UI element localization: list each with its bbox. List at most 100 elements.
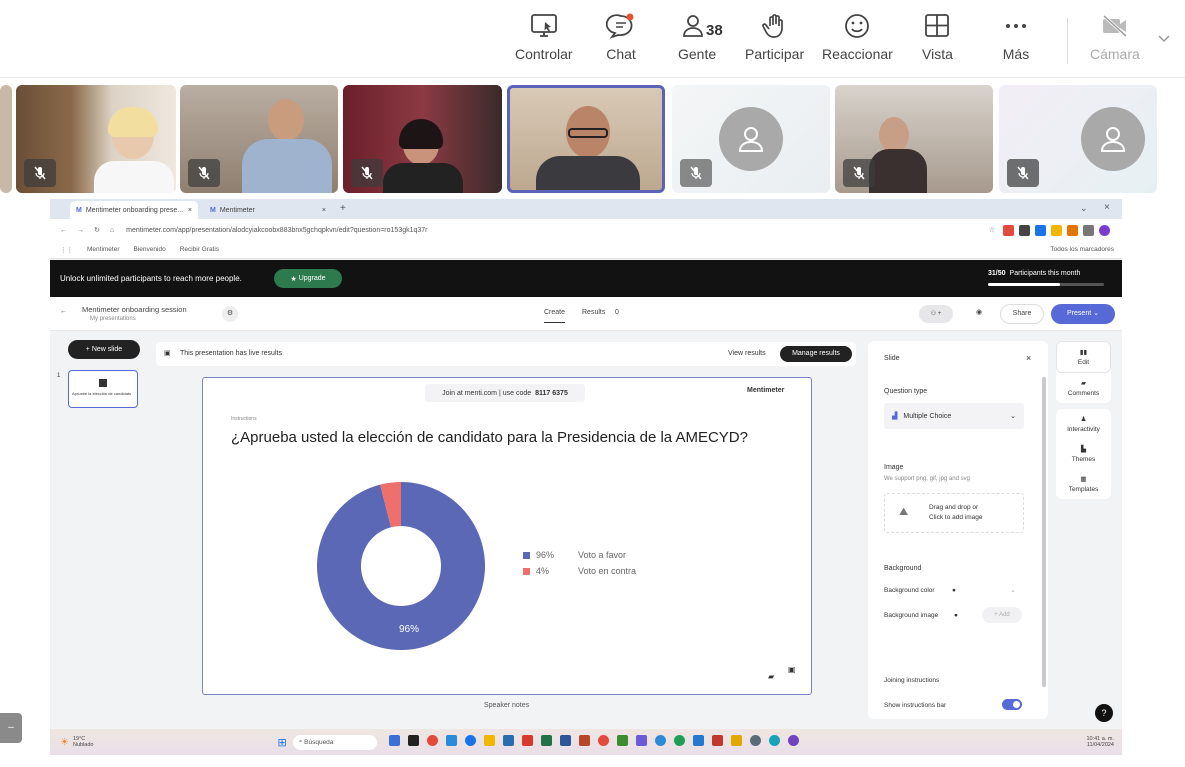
rail-comments[interactable]: ▰ Comments [1056, 373, 1111, 403]
back-arrow-icon[interactable]: ← [60, 308, 67, 315]
back-icon[interactable]: ← [60, 227, 67, 234]
slide-thumbnail[interactable]: Apruebe la elección de candidato [68, 370, 138, 408]
rail-templates[interactable]: ▦ Templates [1056, 469, 1111, 499]
join-text: Join at menti.com | use code [442, 389, 532, 397]
close-icon[interactable]: × [1026, 353, 1031, 363]
participants-progress [988, 283, 1104, 286]
meeting-toolbar: Controlar Chat 38 Gente Participar Reacc… [0, 0, 1185, 78]
participant-tile-active-speaker[interactable] [507, 85, 665, 193]
close-window-icon[interactable]: × [1104, 202, 1110, 213]
speaker-notes[interactable]: Speaker notes [484, 702, 529, 709]
participant-tile-partial[interactable] [0, 85, 12, 193]
add-image-button[interactable]: + Add [982, 607, 1022, 623]
extension-icons [1003, 224, 1110, 236]
controlar-button[interactable]: Controlar [515, 12, 573, 62]
instructions-toggle[interactable] [1002, 699, 1022, 710]
forward-icon[interactable]: → [77, 227, 84, 234]
rail-interactivity[interactable]: ♟ Interactivity [1056, 409, 1111, 439]
close-icon[interactable]: × [322, 207, 326, 214]
manage-results-label: Manage results [792, 350, 840, 357]
minimize-icon[interactable]: ⌄ [1080, 203, 1088, 214]
upgrade-banner: Unlock unlimited participants to reach m… [50, 260, 1122, 297]
participant-tile-5[interactable] [672, 85, 830, 193]
chat-button[interactable]: Chat [606, 12, 636, 62]
slide-number: 1 [57, 373, 61, 379]
present-button[interactable]: Present ⌄ [1051, 304, 1115, 324]
gente-button[interactable]: 38 Gente [678, 12, 723, 62]
fullscreen-icon[interactable]: ▰ [768, 672, 774, 681]
breadcrumb[interactable]: My presentations [90, 316, 136, 322]
question-type-select[interactable]: ▟ Multiple Choice ⌄ [884, 403, 1024, 429]
mic-off-icon [24, 159, 56, 187]
help-button[interactable]: ? [1095, 704, 1113, 722]
address-bar-row: ← → ↻ ⌂ mentimeter.com/app/presentation/… [50, 219, 1122, 241]
participant-tile-2[interactable] [180, 85, 338, 193]
rail-comments-label: Comments [1067, 390, 1100, 397]
tab-create[interactable]: Create [544, 309, 566, 323]
info-icon: ● [952, 587, 956, 594]
browser-tab-1[interactable]: M Mentimeter onboarding prese... × [70, 201, 198, 219]
home-icon[interactable]: ⌂ [110, 227, 114, 234]
collaborators-button[interactable]: ⚇ + [919, 305, 953, 323]
new-tab-icon[interactable]: + [340, 203, 346, 214]
weather-widget[interactable]: 19°C Nublado [73, 736, 94, 748]
bookmark-1[interactable]: Mentimeter [87, 246, 120, 253]
chevron-down-icon: ⌄ [1010, 413, 1016, 420]
panel-scrollbar[interactable] [1042, 377, 1046, 687]
share-button[interactable]: Share [1000, 304, 1044, 324]
add-label: Add [999, 612, 1010, 618]
rail-edit[interactable]: ▮▮ Edit [1056, 341, 1111, 373]
participar-button[interactable]: Participar [745, 12, 804, 62]
rail-themes[interactable]: ▙ Themes [1056, 439, 1111, 469]
vista-label: Vista [922, 46, 953, 62]
windows-start-icon[interactable]: ⊞ [277, 736, 286, 749]
camara-button[interactable]: Cámara [1090, 12, 1140, 62]
star-icon[interactable]: ☆ [989, 226, 995, 234]
image-dropzone[interactable]: ⛰ Drag and drop or Click to add image [884, 493, 1024, 533]
weather-text: Nublado [72, 742, 94, 748]
manage-results-button[interactable]: Manage results [780, 346, 852, 362]
tab-results[interactable]: Results [582, 309, 605, 316]
legend-percent: 96% [536, 550, 555, 560]
side-collapse-button[interactable]: – [0, 713, 22, 743]
upgrade-button[interactable]: ★ Upgrade [274, 269, 342, 288]
url-text[interactable]: mentimeter.com/app/presentation/alodcyia… [126, 227, 427, 234]
qr-icon[interactable]: ▣ [788, 665, 796, 674]
taskbar-apps [385, 733, 803, 751]
new-slide-button[interactable]: + New slide [68, 340, 140, 359]
bookmark-2[interactable]: Bienvenido [134, 246, 166, 253]
eye-icon[interactable]: ◉ [976, 308, 982, 316]
reaccionar-button[interactable]: Reaccionar [822, 12, 893, 62]
mic-off-icon [351, 159, 383, 187]
close-icon[interactable]: × [188, 207, 192, 214]
bookmark-3[interactable]: Recibir Gratis [180, 246, 219, 253]
comment-icon: ▰ [1081, 380, 1086, 387]
participant-tile-6[interactable] [835, 85, 993, 193]
taskbar-search[interactable]: ⌕ Búsqueda [292, 734, 377, 750]
slide-canvas[interactable]: Join at menti.com | use code 8117 6375 M… [202, 377, 812, 695]
chevron-down-icon[interactable] [1157, 34, 1171, 44]
vista-button[interactable]: Vista [922, 12, 953, 62]
avatar [1081, 107, 1145, 171]
mas-button[interactable]: Más [1001, 12, 1031, 62]
clock[interactable]: 10:41 a. m. 11/04/2024 [1086, 736, 1114, 748]
participant-tile-1[interactable] [16, 85, 176, 193]
all-bookmarks[interactable]: Todos los marcadores [1050, 246, 1114, 253]
apps-icon[interactable]: ⋮⋮ [60, 246, 73, 254]
participant-tile-3[interactable] [343, 85, 502, 193]
bar-chart-icon [99, 379, 107, 387]
participant-tile-7[interactable] [999, 85, 1157, 193]
browser-tab-2[interactable]: M Mentimeter × [204, 201, 332, 219]
toolbar-divider [1067, 18, 1068, 64]
chevron-down-icon[interactable]: ⌄ [1010, 586, 1016, 594]
rail-group-1: ▮▮ Edit ▰ Comments [1056, 341, 1111, 403]
bookmarks-bar: ⋮⋮ Mentimeter Bienvenido Recibir Gratis … [50, 241, 1122, 259]
presentation-title[interactable]: Mentimeter onboarding session [82, 305, 187, 314]
participants-label: Participants this month [1009, 270, 1081, 277]
view-results-link[interactable]: View results [728, 350, 766, 357]
settings-icon[interactable]: ⚙ [222, 306, 238, 322]
image-icon: ⛰ [899, 506, 909, 518]
rail-templates-label: Templates [1068, 486, 1099, 493]
reload-icon[interactable]: ↻ [94, 226, 100, 234]
chat-icon [606, 13, 634, 39]
